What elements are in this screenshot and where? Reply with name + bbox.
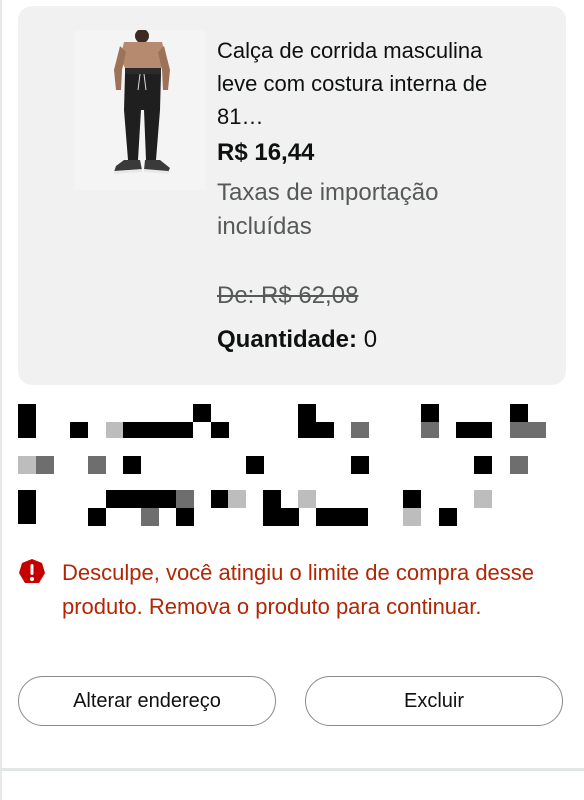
redacted-content xyxy=(18,404,566,529)
quantity-value: 0 xyxy=(363,326,378,353)
delete-button[interactable]: Excluir xyxy=(305,676,563,726)
product-title[interactable]: Calça de corrida masculina leve com cost… xyxy=(217,34,517,133)
quantity-label: Quantidade: xyxy=(217,326,358,353)
product-card[interactable]: Calça de corrida masculina leve com cost… xyxy=(18,6,566,385)
error-message: Desculpe, você atingiu o limite de compr… xyxy=(62,560,535,619)
left-edge-line xyxy=(0,0,2,800)
pixelated-redaction-block xyxy=(18,404,546,526)
quantity-row: Quantidade: 0 xyxy=(217,326,377,354)
alert-icon xyxy=(18,558,46,586)
product-image-drawing xyxy=(114,30,170,174)
section-divider xyxy=(0,768,584,771)
product-image[interactable] xyxy=(74,30,206,190)
original-price: De: R$ 62,08 xyxy=(217,282,359,309)
import-taxes-note: Taxas de importação incluídas xyxy=(217,179,439,240)
change-address-button[interactable]: Alterar endereço xyxy=(18,676,276,726)
product-price: R$ 16,44 xyxy=(217,139,315,166)
